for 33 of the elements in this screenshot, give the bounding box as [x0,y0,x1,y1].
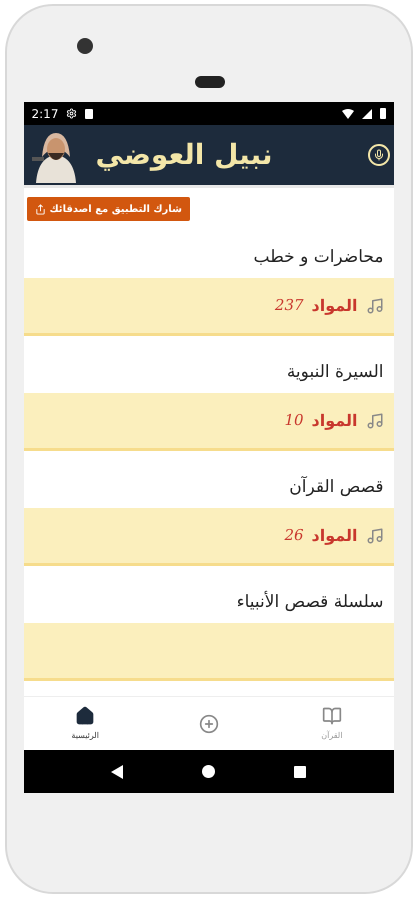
items-label: المواد [312,524,358,547]
category-title[interactable]: قصص القرآن [289,474,384,500]
app-title: نبيل العوضي [96,137,272,173]
music-note-icon [366,296,384,314]
signal-icon [362,108,372,118]
items-count: 10 [284,410,304,432]
items-label: المواد [312,294,358,317]
items-count: 26 [284,525,304,546]
music-note-icon [366,412,384,430]
add-icon [198,714,219,734]
speaker-icon [194,76,224,88]
home-icon [75,706,96,726]
items-count: 237 [274,295,304,316]
category-title[interactable]: السيرة النبوية [286,360,384,385]
category-title[interactable]: محاضرات و خطب [254,244,384,270]
settings-icon [66,108,78,119]
sd-card-icon [85,108,94,118]
recents-icon[interactable] [294,766,306,778]
home-button-icon[interactable] [202,765,215,778]
wifi-icon [342,108,354,118]
items-label: المواد [312,410,358,432]
share-button[interactable]: شارك التطبيق مع اصدقائك [26,197,190,221]
category-title[interactable]: سلسلة قصص الأنبياء [236,590,384,615]
music-note-icon [366,526,384,544]
mic-button[interactable] [368,144,390,166]
camera-icon [76,38,92,54]
share-icon [34,204,46,214]
mic-icon [372,149,384,161]
battery-icon [380,108,386,119]
nav-tab[interactable]: الرئيسية [24,697,147,750]
back-icon[interactable] [111,764,123,778]
status-time: 2:17 [32,106,58,122]
book-icon [322,706,342,726]
